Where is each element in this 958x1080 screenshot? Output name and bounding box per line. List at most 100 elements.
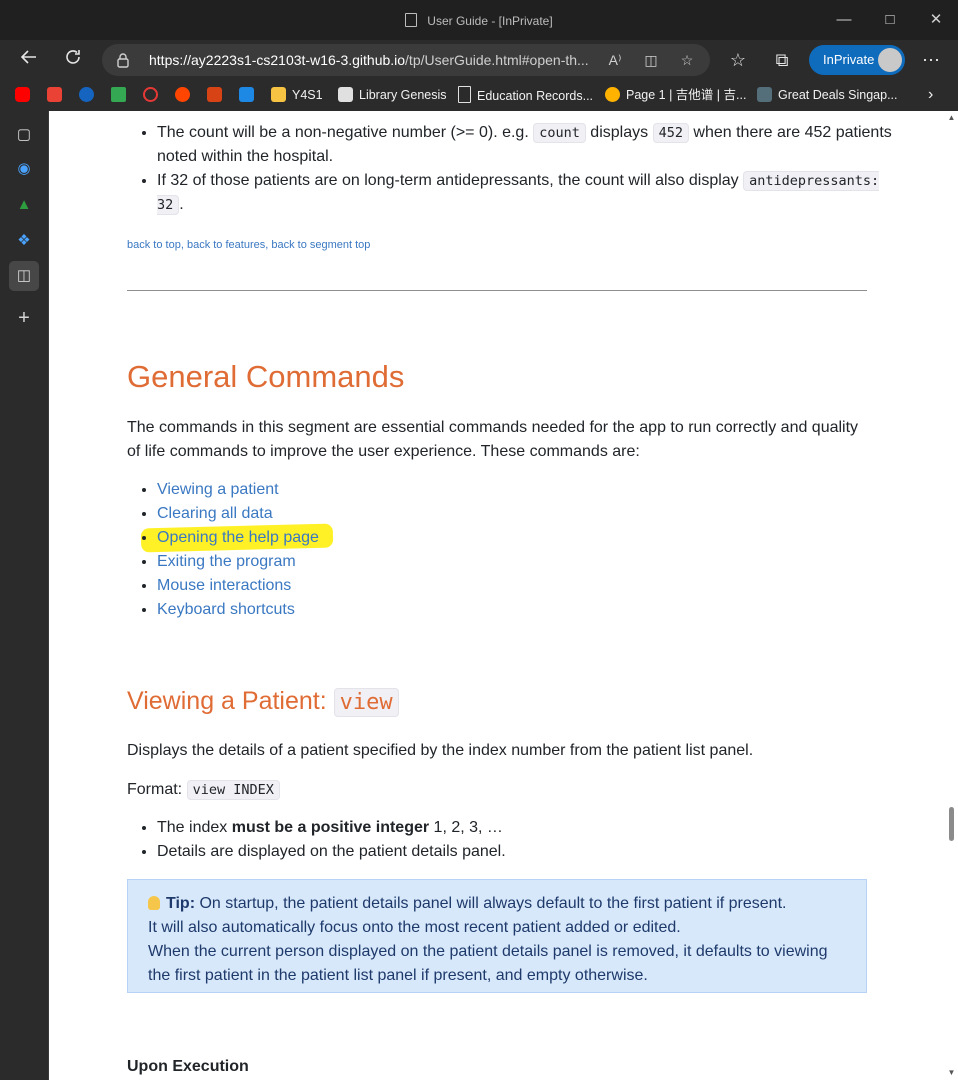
inprivate-button[interactable]: InPrivate xyxy=(809,45,905,75)
refresh-button[interactable] xyxy=(57,46,89,74)
list-item: Clearing all data xyxy=(157,502,897,526)
back-to-top-link[interactable]: back to top xyxy=(127,239,181,251)
add-favorite-icon[interactable]: ☆ xyxy=(676,50,698,70)
opening-the-help-page-link[interactable]: Opening the help page xyxy=(157,529,319,546)
scroll-down-arrow-icon[interactable]: ▼ xyxy=(945,1066,958,1080)
tip-line: Tip: On startup, the patient details pan… xyxy=(148,892,846,916)
more-options-button[interactable]: ⋯ xyxy=(915,46,947,74)
general-commands-list: Viewing a patient Clearing all data Open… xyxy=(127,478,897,622)
tab-graduation-icon[interactable]: ▲ xyxy=(12,193,36,217)
section-divider xyxy=(127,290,867,291)
window-title: User Guide - [InPrivate] xyxy=(0,13,958,28)
upon-execution-heading: Upon Execution xyxy=(127,1058,249,1075)
tip-box: Tip: On startup, the patient details pan… xyxy=(127,879,867,993)
scroll-thumb[interactable] xyxy=(949,807,954,841)
bookmark-label: Education Records... xyxy=(477,89,594,103)
bookmarks-bar: Y4S1 Library Genesis Education Records..… xyxy=(0,80,958,112)
reddit-icon xyxy=(175,87,190,102)
address-bar[interactable]: https://ay2223s1-cs2103t-w16-3.github.io… xyxy=(102,44,710,76)
back-to-features-link[interactable]: back to features xyxy=(187,239,265,251)
page-scrollbar[interactable]: ▲ ▼ xyxy=(945,111,958,1080)
toolbar: https://ay2223s1-cs2103t-w16-3.github.io… xyxy=(0,40,958,80)
drive-bookmark[interactable] xyxy=(111,86,132,104)
clearing-all-data-link[interactable]: Clearing all data xyxy=(157,505,273,522)
back-to-segment-top-link[interactable]: back to segment top xyxy=(271,239,370,251)
site-bookmark-3[interactable] xyxy=(207,86,228,104)
text: The count will be a non-negative number … xyxy=(157,124,534,141)
bookmark-great-deals[interactable]: Great Deals Singap... xyxy=(757,86,898,104)
back-links: back to top, back to features, back to s… xyxy=(127,239,867,251)
window-title-text: User Guide - [InPrivate] xyxy=(427,14,553,28)
tab-diamond-icon[interactable]: ❖ xyxy=(12,229,36,253)
general-commands-intro: The commands in this segment are essenti… xyxy=(127,419,859,460)
tip-line: When the current person displayed on the… xyxy=(148,943,828,984)
diamond-icon xyxy=(79,87,94,102)
back-arrow-icon xyxy=(20,50,36,64)
bookmark-page1[interactable]: Page 1 | 吉他谱 | 吉... xyxy=(605,86,746,104)
tab-user-guide-page-icon[interactable]: ◫ xyxy=(9,261,39,291)
text: 1, 2, 3, … xyxy=(429,819,503,836)
url-host: https://ay2223s1-cs2103t-w16-3.github.io xyxy=(149,52,406,68)
gmail-icon xyxy=(47,87,62,102)
drive-icon xyxy=(111,87,126,102)
text: If 32 of those patients are on long-term… xyxy=(157,172,744,189)
bookmark-label: Page 1 | 吉他谱 | 吉... xyxy=(626,88,747,102)
maximize-button[interactable]: □ xyxy=(876,8,904,32)
list-item: Mouse interactions xyxy=(157,574,897,598)
back-button[interactable] xyxy=(13,46,45,74)
list-item: The index must be a positive integer 1, … xyxy=(157,816,897,840)
more-bookmarks-chevron-icon[interactable]: › xyxy=(928,86,933,104)
exiting-the-program-link[interactable]: Exiting the program xyxy=(157,553,296,570)
read-aloud-icon[interactable]: A⁾ xyxy=(604,50,626,70)
site-bookmark-2[interactable] xyxy=(143,86,164,104)
url-text[interactable]: https://ay2223s1-cs2103t-w16-3.github.io… xyxy=(149,52,599,68)
gds-icon xyxy=(757,87,772,102)
tip-line: It will also automatically focus onto th… xyxy=(148,919,681,936)
collections-button[interactable]: ⧉ xyxy=(766,46,798,74)
list-item: Opening the help page xyxy=(157,526,897,550)
bookmark-label: Library Genesis xyxy=(359,88,447,102)
bold-text: must be a positive integer xyxy=(231,819,430,836)
favorites-button[interactable]: ☆ xyxy=(722,46,754,74)
guitar-icon xyxy=(605,87,620,102)
inline-code: 452 xyxy=(652,123,689,143)
reddit-bookmark[interactable] xyxy=(175,86,196,104)
format-label: Format: xyxy=(127,781,187,798)
site-bookmark-1[interactable] xyxy=(79,86,100,104)
tab-search-icon[interactable]: ◉ xyxy=(12,157,36,181)
list-item: The count will be a non-negative number … xyxy=(157,121,897,169)
viewing-bullet-list: The index must be a positive integer 1, … xyxy=(127,816,897,864)
text: displays xyxy=(585,124,653,141)
refresh-icon xyxy=(66,50,80,64)
immersive-reader-icon[interactable]: ◫ xyxy=(640,50,662,70)
keyboard-shortcuts-link[interactable]: Keyboard shortcuts xyxy=(157,601,295,618)
circle-icon xyxy=(143,87,158,102)
mouse-interactions-link[interactable]: Mouse interactions xyxy=(157,577,291,594)
tab-actions-icon[interactable]: ▢ xyxy=(12,123,36,147)
close-window-button[interactable]: ✕ xyxy=(922,8,950,32)
count-bullet-list: The count will be a non-negative number … xyxy=(127,121,897,217)
tip-text: On startup, the patient details panel wi… xyxy=(195,895,787,912)
lock-icon[interactable] xyxy=(116,52,130,68)
bookmark-education-records[interactable]: Education Records... xyxy=(458,86,593,104)
window-title-bar: User Guide - [InPrivate] — □ ✕ xyxy=(0,0,958,40)
viewing-a-patient-link[interactable]: Viewing a patient xyxy=(157,481,279,498)
minimize-button[interactable]: — xyxy=(830,8,858,32)
bookmark-label: Great Deals Singap... xyxy=(778,88,898,102)
lightbulb-icon xyxy=(148,896,160,910)
text: The index xyxy=(157,819,232,836)
list-item: Keyboard shortcuts xyxy=(157,598,897,622)
format-code: view INDEX xyxy=(186,780,280,800)
inprivate-label: InPrivate xyxy=(823,52,875,67)
youtube-bookmark[interactable] xyxy=(15,86,36,104)
tip-label: Tip: xyxy=(166,895,196,912)
viewing-description: Displays the details of a patient specif… xyxy=(127,742,754,759)
bookmark-y4s1[interactable]: Y4S1 xyxy=(271,86,323,104)
list-item: Exiting the program xyxy=(157,550,897,574)
bookmark-library-genesis[interactable]: Library Genesis xyxy=(338,86,447,104)
new-tab-plus-icon[interactable]: + xyxy=(12,306,36,330)
scroll-up-arrow-icon[interactable]: ▲ xyxy=(945,111,958,125)
youtube-icon xyxy=(15,87,30,102)
calendar-bookmark[interactable] xyxy=(239,86,260,104)
gmail-bookmark[interactable] xyxy=(47,86,68,104)
